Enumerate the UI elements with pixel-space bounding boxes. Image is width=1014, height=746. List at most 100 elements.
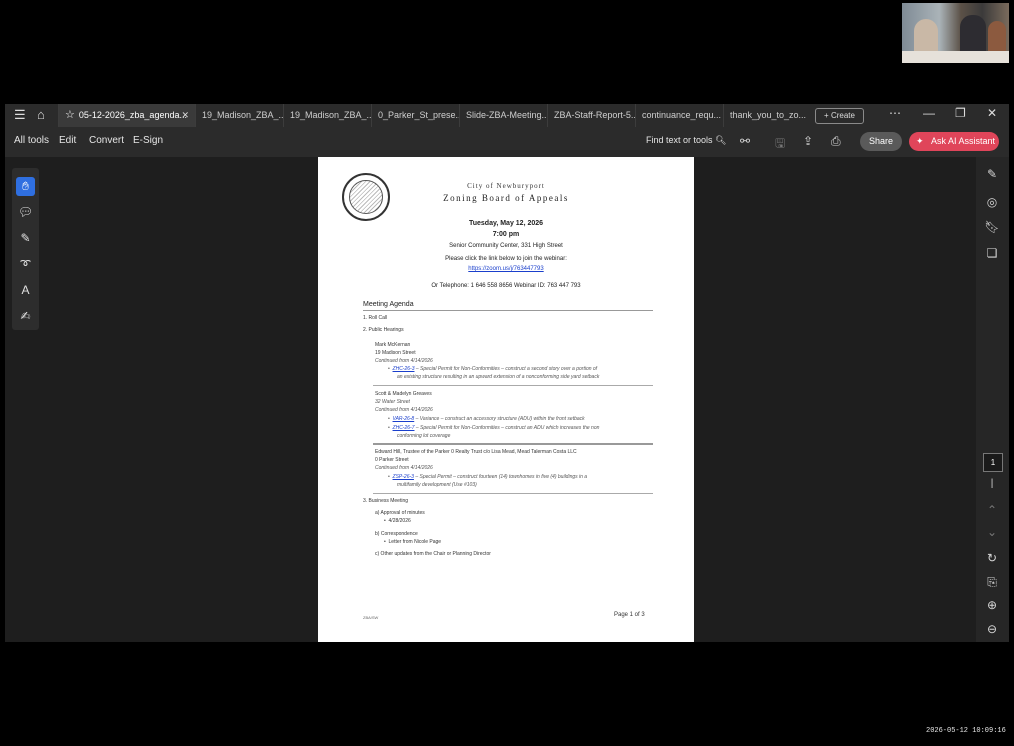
edit-pdf-icon[interactable]: ✎	[984, 167, 1000, 181]
find-tools-button[interactable]: Find text or tools 🔍︎	[646, 135, 726, 146]
board-name: Zoning Board of Appeals	[443, 193, 569, 203]
save-icon[interactable]: 🖫︎	[775, 134, 785, 155]
tab-label: continuance_requ...	[642, 110, 722, 120]
recording-timestamp: 2026-05-12 10:09:16	[926, 727, 1006, 735]
webinar-link[interactable]: https://zoom.us/j/763447793	[318, 266, 694, 272]
upload-icon[interactable]: ⇪	[803, 134, 813, 148]
agenda-item: 3. Business Meeting	[363, 498, 409, 504]
close-tab-icon[interactable]: ✕	[181, 104, 189, 127]
business-detail: • 4/28/2026	[384, 518, 411, 524]
tab-bar: ☰ ⌂ ☆ 05-12-2026_zba_agenda... ✕ 19_Madis…	[5, 104, 1009, 127]
pdf-page: City of Newburyport Zoning Board of Appe…	[318, 157, 694, 642]
case-link[interactable]: ZHC-26-7	[393, 425, 415, 431]
hearing-continued: Continued from 4/14/2026	[375, 407, 433, 413]
case-description: – Special Permit for Non-Conformities – …	[414, 425, 600, 431]
fit-page-icon[interactable]: ⎘	[984, 575, 1000, 590]
tab-label: 05-12-2026_zba_agenda...	[78, 110, 187, 120]
tab-item[interactable]: Slide-ZBA-Meeting...	[459, 104, 547, 127]
comment-panel-icon[interactable]: ◎	[984, 195, 1000, 209]
case-link[interactable]: VAR-26-8	[393, 416, 415, 422]
menu-edit[interactable]: Edit	[59, 135, 76, 146]
detail-text: 4/28/2026	[388, 518, 411, 524]
meeting-venue: Senior Community Center, 331 High Street	[449, 243, 563, 249]
menu-convert[interactable]: Convert	[89, 135, 124, 146]
select-hand-icon[interactable]: ✋︎	[16, 177, 35, 196]
participant-figure	[960, 15, 986, 55]
tab-label: Slide-ZBA-Meeting...	[466, 110, 547, 120]
draw-freehand-icon[interactable]: ➰︎	[16, 255, 35, 274]
meeting-date: Tuesday, May 12, 2026	[468, 220, 544, 227]
ai-assistant-icon: ✦	[916, 136, 924, 146]
divider	[373, 385, 653, 386]
hearing-address: 0 Parker Street	[375, 457, 409, 463]
hamburger-menu-icon[interactable]: ☰	[14, 107, 26, 123]
participant-figure	[988, 21, 1006, 55]
participant-figure	[914, 19, 938, 55]
page-down-icon[interactable]: ⌄	[984, 525, 1000, 539]
bookmark-icon[interactable]: 🔖︎	[984, 220, 1000, 234]
zoom-in-icon[interactable]: ⊕	[984, 598, 1000, 612]
fill-sign-icon[interactable]: ✍︎	[16, 307, 35, 326]
hearing-case-line: conforming lot coverage	[397, 433, 451, 439]
hearing-case-line: • ZHC-26-7 – Special Permit for Non-Conf…	[388, 425, 600, 431]
menu-e-sign[interactable]: E-Sign	[133, 135, 163, 146]
ask-ai-assistant-button[interactable]: ✦ Ask AI Assistant	[909, 132, 999, 151]
tab-item[interactable]: 19_Madison_ZBA_...	[283, 104, 371, 127]
tab-label: ZBA-Staff-Report-5...	[554, 110, 635, 120]
rotate-icon[interactable]: ↻	[984, 551, 1000, 565]
tab-item[interactable]: thank_you_to_zo...	[723, 104, 809, 127]
webinar-instructions: Please click the link below to join the …	[445, 256, 567, 262]
case-link[interactable]: ZSP-26-3	[393, 474, 414, 480]
hearing-address: 32 Water Street	[375, 399, 410, 405]
zoom-out-icon[interactable]: ⊖	[984, 622, 1000, 636]
page-up-icon[interactable]: ⌃	[984, 503, 1000, 517]
detail-text: Letter from Nicole Page	[388, 539, 442, 545]
add-text-icon[interactable]: A	[16, 281, 35, 300]
highlight-pen-icon[interactable]: ✎	[16, 229, 35, 248]
business-subitem: c) Other updates from the Chair or Plann…	[375, 551, 491, 557]
link-icon[interactable]: ⚯	[740, 134, 750, 148]
tab-label: 0_Parker_St_prese...	[378, 110, 459, 120]
tab-item[interactable]: ZBA-Staff-Report-5...	[547, 104, 635, 127]
divider	[373, 493, 653, 494]
tab-label: thank_you_to_zo...	[730, 110, 807, 120]
webcam-thumbnail	[902, 3, 1009, 63]
add-comment-icon[interactable]: 💬︎	[16, 203, 35, 222]
quick-tools-rail: ✋︎ 💬︎ ✎ ➰︎ A ✍︎	[12, 168, 39, 330]
hearing-applicant: Edward Hill, Trustee of the Parker 0 Rea…	[375, 449, 577, 455]
create-button[interactable]: + Create	[815, 108, 864, 124]
agenda-item: 1. Roll Call	[363, 315, 388, 321]
print-icon[interactable]: ⎙	[831, 134, 841, 149]
hearing-continued: Continued from 4/14/2026	[375, 358, 433, 364]
page-number-field[interactable]: 1	[983, 453, 1003, 472]
menu-all-tools[interactable]: All tools	[14, 135, 49, 146]
business-subitem: a) Approval of minutes	[375, 510, 425, 516]
restore-icon[interactable]: ❐	[955, 106, 966, 120]
ai-label: Ask AI Assistant	[931, 136, 996, 146]
agenda-title: Meeting Agenda	[363, 301, 414, 308]
find-label: Find text or tools	[646, 135, 713, 145]
tab-label: 19_Madison_ZBA_...	[202, 110, 283, 120]
tab-label: 19_Madison_ZBA_...	[290, 110, 371, 120]
tab-item[interactable]: 19_Madison_ZBA_...	[195, 104, 283, 127]
home-icon[interactable]: ⌂	[37, 107, 45, 122]
close-window-icon[interactable]: ✕	[987, 106, 997, 120]
hearing-case-line: • ZSP-26-3 – Special Permit – construct …	[388, 474, 588, 480]
case-description: – Special Permit – construct fourteen (1…	[413, 474, 588, 480]
tab-agenda[interactable]: ☆ 05-12-2026_zba_agenda... ✕	[58, 104, 195, 127]
more-options-icon[interactable]: ⋯	[889, 106, 901, 120]
share-button[interactable]: Share	[860, 132, 902, 151]
page-count: Page 1 of 3	[614, 612, 645, 618]
minimize-icon[interactable]: —	[923, 106, 935, 120]
phone-info: Or Telephone: 1 646 558 8656 Webinar ID:…	[431, 283, 581, 289]
case-link[interactable]: ZHC-26-3	[393, 366, 415, 372]
tab-item[interactable]: continuance_requ...	[635, 104, 723, 127]
hearing-case-line: an existing structure resulting in an up…	[397, 374, 600, 380]
hearing-continued: Continued from 4/14/2026	[375, 465, 433, 471]
pages-icon[interactable]: ❏	[984, 246, 1000, 260]
tab-item[interactable]: 0_Parker_St_prese...	[371, 104, 459, 127]
hearing-case-line: multifamily development (Use #103)	[397, 482, 477, 488]
star-icon[interactable]: ☆	[65, 109, 75, 121]
page-separator: |	[990, 478, 994, 489]
business-subitem: b) Correspondence	[375, 531, 418, 537]
